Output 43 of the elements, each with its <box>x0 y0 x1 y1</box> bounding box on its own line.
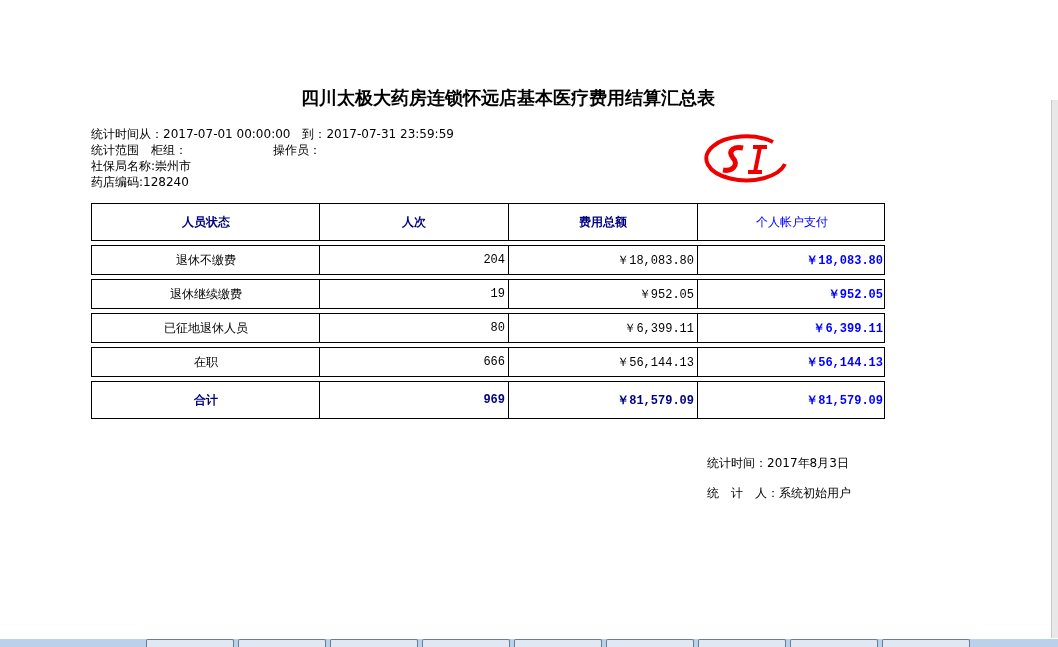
table-cell: ￥952.05 <box>697 280 886 308</box>
table-cell: ￥56,144.13 <box>508 348 697 376</box>
report-title: 四川太极大药房连锁怀远店基本医疗费用结算汇总表 <box>300 86 716 110</box>
table-cell: ￥6,399.11 <box>697 314 886 342</box>
column-header: 人次 <box>319 204 508 240</box>
table-cell-text: 在职 <box>192 353 219 371</box>
taskbar-button[interactable] <box>422 639 510 647</box>
table-cell: ￥81,579.09 <box>508 382 697 418</box>
report-meta-text: 社保局名称:崇州市 <box>91 158 192 174</box>
taskbar-button[interactable] <box>330 639 418 647</box>
table-cell-text: 退休不缴费 <box>174 251 237 269</box>
taskbar-button[interactable] <box>238 639 326 647</box>
report-meta-text: 统计范围 柜组： <box>91 142 188 158</box>
table-cell: ￥18,083.80 <box>508 246 697 274</box>
footer-text: 统计时间：2017年8月3日 <box>707 455 850 472</box>
table-cell-text: 退休继续缴费 <box>168 285 243 303</box>
report-meta-text: 统计时间从：2017-07-01 00:00:00 <box>91 126 291 142</box>
report-meta-text: 到：2017-07-31 23:59:59 <box>302 126 454 142</box>
table-cell-text: 合计 <box>192 391 219 409</box>
taskbar-button[interactable] <box>514 639 602 647</box>
footer-text: 统 计 人：系统初始用户 <box>707 485 852 502</box>
table-cell: ￥81,579.09 <box>697 382 886 418</box>
column-header: 费用总额 <box>508 204 697 240</box>
taskbar-button[interactable] <box>790 639 878 647</box>
table-cell: 204 <box>319 246 508 274</box>
taskbar-button[interactable] <box>146 639 234 647</box>
column-header: 人员状态 <box>180 213 231 231</box>
table-cell: ￥952.05 <box>508 280 697 308</box>
table-cell: 80 <box>319 314 508 342</box>
table-cell: 19 <box>319 280 508 308</box>
report-meta-text: 操作员： <box>273 142 321 158</box>
taskbar-button[interactable] <box>698 639 786 647</box>
table-cell: ￥18,083.80 <box>697 246 886 274</box>
table-cell: 969 <box>319 382 508 418</box>
taskbar-button[interactable] <box>882 639 970 647</box>
table-cell: 666 <box>319 348 508 376</box>
taskbar-button[interactable] <box>606 639 694 647</box>
report-meta-text: 药店编码:128240 <box>91 174 189 190</box>
column-header: 个人帐户支付 <box>697 204 886 240</box>
table-cell-text: 已征地退休人员 <box>162 319 249 337</box>
scrollbar[interactable] <box>1051 100 1058 638</box>
table-cell: ￥6,399.11 <box>508 314 697 342</box>
table-cell: ￥56,144.13 <box>697 348 886 376</box>
